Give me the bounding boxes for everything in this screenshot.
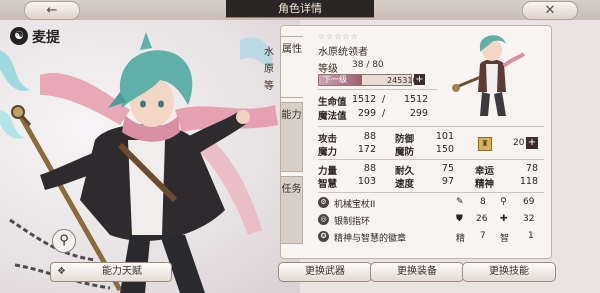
divider bbox=[318, 126, 544, 127]
tab-abilities-label: 能力 bbox=[281, 110, 302, 121]
spirit-label: 精神 bbox=[475, 179, 495, 190]
mp-value: 299 bbox=[357, 108, 376, 119]
equipment-stat: 32 bbox=[523, 214, 535, 224]
mp-max: 299 bbox=[409, 108, 428, 119]
badge-icon: ✪ bbox=[318, 231, 329, 242]
item-count: 20 bbox=[513, 138, 525, 148]
luck-label: 幸运 bbox=[475, 166, 495, 177]
tab-missions[interactable]: 任务 bbox=[280, 176, 303, 244]
item-add-button[interactable]: + bbox=[526, 137, 538, 149]
hp-max: 1512 bbox=[404, 94, 429, 105]
character-name: 麦提 bbox=[32, 30, 60, 46]
weapon-icon: ⚙ bbox=[318, 197, 329, 208]
mdef-value: 150 bbox=[435, 144, 454, 155]
int-value: 103 bbox=[357, 176, 376, 187]
def-value: 101 bbox=[435, 131, 454, 142]
divider bbox=[318, 192, 544, 193]
zoom-button[interactable]: ⚲ bbox=[52, 229, 76, 253]
character-illustration bbox=[0, 32, 278, 293]
mp-label: 魔法值 bbox=[318, 111, 347, 122]
level-up-button[interactable]: + bbox=[414, 74, 425, 85]
talent-icon: ❖ bbox=[57, 266, 66, 277]
matk-value: 172 bbox=[357, 144, 376, 155]
stat-icon: ✚ bbox=[500, 214, 508, 224]
tab-abilities[interactable]: 能力 bbox=[280, 102, 303, 172]
character-art bbox=[0, 20, 300, 293]
bell-item-icon: ♜ bbox=[478, 137, 492, 151]
tab-attributes[interactable]: 属性 bbox=[280, 36, 303, 98]
level-value: 38 / 80 bbox=[352, 60, 384, 70]
matk-label: 魔力 bbox=[318, 147, 338, 158]
back-button[interactable]: ← bbox=[24, 1, 80, 20]
page-title: 角色详情 bbox=[226, 0, 374, 18]
rarity-stars: ☆☆☆☆☆ bbox=[318, 32, 359, 41]
equipment-stat: 8 bbox=[480, 197, 486, 207]
ring-icon: ◎ bbox=[318, 214, 329, 225]
close-icon: ✕ bbox=[544, 3, 556, 18]
luck-value: 78 bbox=[525, 163, 538, 174]
end-value: 75 bbox=[441, 163, 454, 174]
equipment-row[interactable]: ✪ 精神与智慧的徽章 精 7 智 1 bbox=[318, 230, 544, 245]
tab-attributes-label: 属性 bbox=[282, 44, 302, 55]
equipment-stat: 69 bbox=[523, 197, 535, 207]
hp-label: 生命值 bbox=[318, 97, 347, 108]
equipment-row[interactable]: ◎ 银制指环 ⛊ 26 ✚ 32 bbox=[318, 213, 544, 228]
hp-value: 1512 bbox=[352, 94, 377, 105]
equipment-name: 机械宝杖II bbox=[334, 200, 376, 210]
change-gear-button[interactable]: 更换装备 bbox=[370, 262, 464, 282]
level-label: 等级 bbox=[318, 64, 338, 75]
stat-icon: ⚲ bbox=[500, 197, 507, 207]
spd-label: 速度 bbox=[395, 179, 415, 190]
equipment-stat: 7 bbox=[480, 231, 486, 241]
str-label: 力量 bbox=[318, 166, 338, 177]
def-label: 防御 bbox=[395, 134, 415, 145]
equipment-name: 银制指环 bbox=[334, 217, 371, 227]
mdef-label: 魔防 bbox=[395, 147, 415, 158]
hp-separator: / bbox=[382, 94, 386, 105]
character-title: 水原统领者 bbox=[318, 47, 368, 58]
equipment-stat: 1 bbox=[528, 231, 534, 241]
water-element-icon: ☯ bbox=[10, 27, 28, 45]
close-button[interactable]: ✕ bbox=[522, 1, 578, 20]
equipment-stat: 26 bbox=[476, 214, 488, 224]
stat-icon: ✎ bbox=[456, 197, 464, 207]
divider bbox=[318, 89, 437, 90]
change-weapon-button[interactable]: 更换武器 bbox=[278, 262, 372, 282]
stat-label: 智 bbox=[500, 234, 510, 244]
stat-label: 精 bbox=[456, 234, 466, 244]
end-label: 耐久 bbox=[395, 166, 415, 177]
magnifier-icon: ⚲ bbox=[59, 233, 69, 248]
divider bbox=[318, 159, 544, 160]
side-tabs: 属性 能力 任务 bbox=[280, 36, 303, 246]
spirit-value: 118 bbox=[519, 176, 538, 187]
equipment-row[interactable]: ⚙ 机械宝杖II ✎ 8 ⚲ 69 bbox=[318, 196, 544, 211]
tab-missions-label: 任务 bbox=[281, 184, 302, 195]
int-label: 智慧 bbox=[318, 179, 338, 190]
change-skill-button[interactable]: 更换技能 bbox=[462, 262, 556, 282]
equipment-name: 精神与智慧的徽章 bbox=[334, 234, 407, 244]
str-value: 88 bbox=[363, 163, 376, 174]
talent-button[interactable]: ❖ 能力天赋 bbox=[50, 262, 172, 282]
atk-label: 攻击 bbox=[318, 134, 338, 145]
back-arrow-icon: ← bbox=[46, 3, 58, 18]
atk-value: 88 bbox=[363, 131, 376, 142]
talent-button-label: 能力天赋 bbox=[102, 266, 142, 277]
title-truncated: 水原 等 bbox=[264, 47, 274, 92]
xp-value: 245310 bbox=[387, 76, 418, 85]
character-portrait bbox=[452, 35, 526, 116]
spd-value: 97 bbox=[441, 176, 454, 187]
mp-separator: / bbox=[382, 108, 386, 119]
next-level-label: 下一级 bbox=[323, 75, 347, 84]
stat-icon: ⛊ bbox=[456, 214, 463, 224]
